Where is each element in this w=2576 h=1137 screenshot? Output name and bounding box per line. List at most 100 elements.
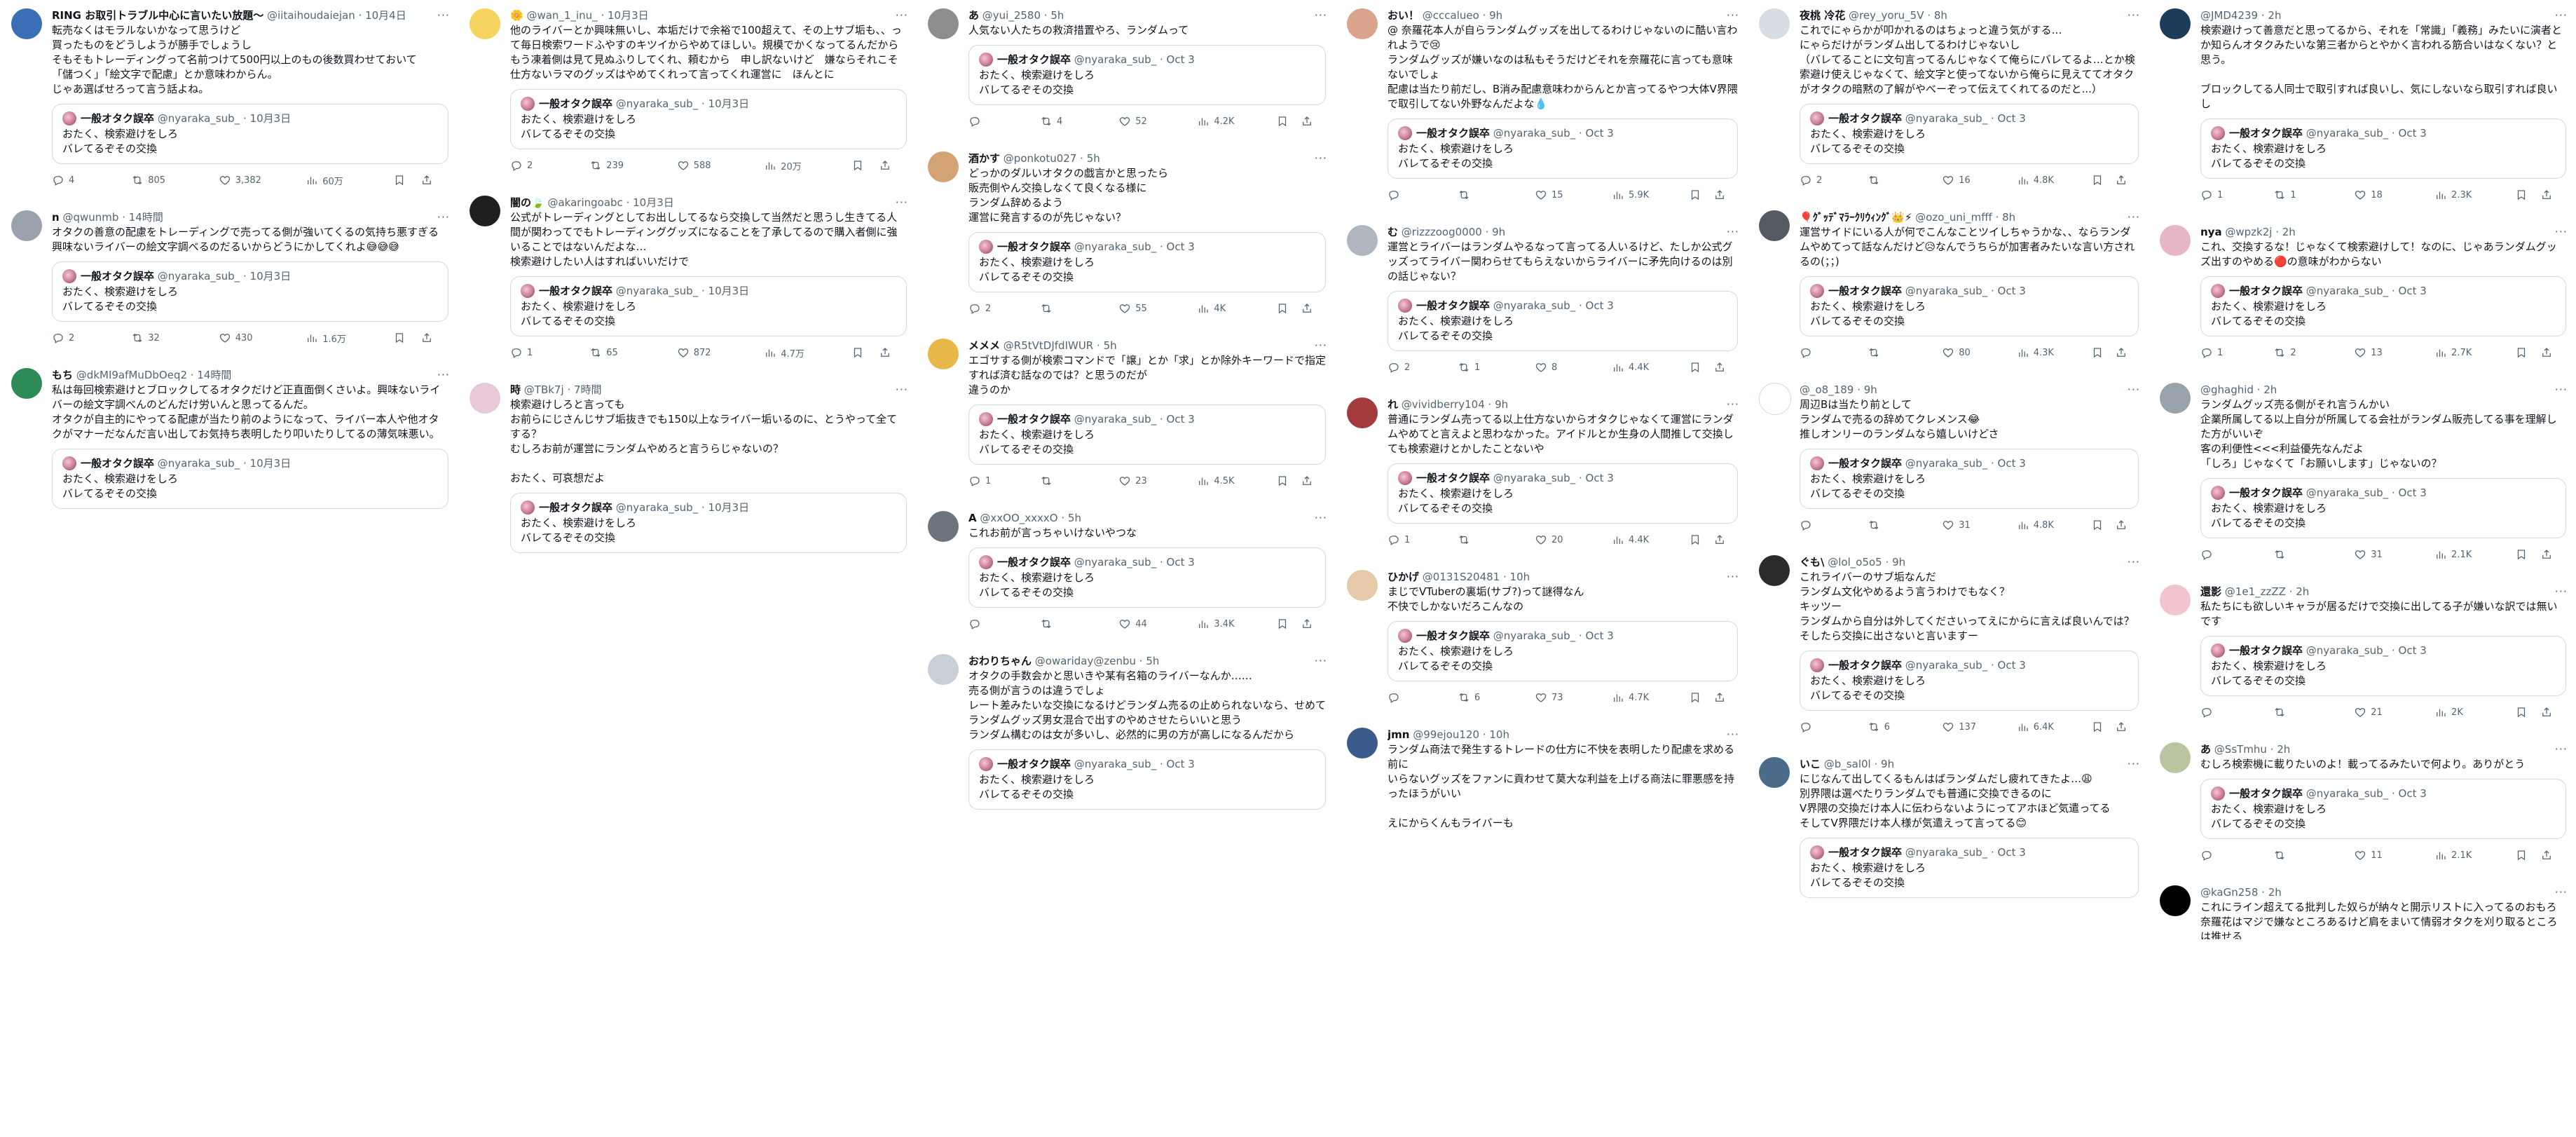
timestamp[interactable]: 14時間: [197, 369, 231, 381]
bookmark-button[interactable]: [2091, 174, 2115, 186]
quoted-tweet[interactable]: 一般オタク誤卒 @nyaraka_sub_ · Oct 3 おたく、検索避けをし…: [968, 404, 1326, 465]
tweet[interactable]: nya @wpzk2j · 2h ··· これ、交換するな！じゃなくて検索避けし…: [2149, 217, 2576, 366]
more-options-icon[interactable]: ···: [896, 383, 908, 396]
more-options-icon[interactable]: ···: [1727, 397, 1739, 411]
tweet[interactable]: RING お取引トラブル中心に言いたい放題〜 @iitaihoudaiejan …: [0, 0, 458, 193]
quoted-tweet[interactable]: 一般オタク誤卒 @nyaraka_sub_ · Oct 3 おたく、検索避けをし…: [2200, 636, 2566, 696]
author-handle[interactable]: @wan_1_inu_: [526, 9, 597, 22]
avatar[interactable]: [11, 8, 42, 39]
author-handle[interactable]: @akaringoabc: [547, 196, 622, 209]
bookmark-button[interactable]: [2091, 721, 2115, 733]
more-options-icon[interactable]: ···: [2555, 8, 2568, 22]
reply-button[interactable]: [1800, 346, 1868, 359]
bookmark-button[interactable]: [1276, 115, 1301, 128]
retweet-button[interactable]: [1040, 475, 1118, 487]
quoted-tweet[interactable]: 一般オタク誤卒 @nyaraka_sub_ · 10月3日 おたく、検索避けをし…: [52, 261, 448, 322]
author-handle[interactable]: @qwunmb: [62, 211, 118, 224]
views-button[interactable]: 2.3K: [2434, 189, 2515, 201]
timestamp[interactable]: 2h: [2268, 9, 2281, 22]
bookmark-button[interactable]: [1689, 361, 1713, 374]
views-button[interactable]: 4.5K: [1197, 475, 1275, 487]
tweet[interactable]: 時 @TBk7j · 7時間 ··· 検索避けしろと言っても お前らにじさんじサ…: [458, 374, 917, 553]
author-handle[interactable]: @yui_2580: [982, 9, 1041, 22]
avatar[interactable]: [1759, 8, 1790, 39]
timestamp[interactable]: 5h: [1068, 512, 1081, 524]
reply-button[interactable]: [2200, 706, 2273, 719]
avatar[interactable]: [1759, 555, 1790, 586]
avatar[interactable]: [11, 210, 42, 241]
tweet[interactable]: A @xxOO_xxxxO · 5h ··· これお前が言っちゃいけないやつな …: [917, 503, 1336, 637]
tweet[interactable]: おい！ @cccalueo · 9h ··· @ 奈羅花本人が自らランダムグッズ…: [1336, 0, 1748, 208]
views-button[interactable]: 4.7万: [764, 346, 851, 360]
views-button[interactable]: 4.7K: [1612, 691, 1689, 704]
like-button[interactable]: 3,382: [219, 174, 306, 186]
tweet[interactable]: @JMD4239 · 2h ··· 検索避けって善意だと思ってるから、それを「常…: [2149, 0, 2576, 208]
author-handle[interactable]: @1e1_zzZZ: [2225, 585, 2286, 598]
quoted-tweet[interactable]: 一般オタク誤卒 @nyaraka_sub_ · Oct 3 おたく、検索避けをし…: [968, 547, 1326, 608]
share-button[interactable]: [2540, 346, 2558, 359]
author-handle[interactable]: @iitaihoudaiejan: [267, 9, 355, 22]
author-handle[interactable]: @_o8_189: [1800, 383, 1854, 396]
reply-button[interactable]: [1388, 691, 1458, 704]
timestamp[interactable]: 10h: [1510, 571, 1530, 583]
retweet-button[interactable]: 65: [589, 346, 677, 359]
bookmark-button[interactable]: [851, 346, 879, 359]
quoted-tweet[interactable]: 一般オタク誤卒 @nyaraka_sub_ · 10月3日 おたく、検索避けをし…: [510, 276, 907, 336]
more-options-icon[interactable]: ···: [1727, 8, 1739, 22]
like-button[interactable]: 11: [2354, 849, 2434, 862]
retweet-button[interactable]: [1868, 346, 1942, 359]
avatar[interactable]: [2160, 383, 2191, 414]
author-handle[interactable]: @rey_yoru_5V: [1849, 9, 1924, 22]
reply-button[interactable]: 4: [52, 174, 131, 186]
tweet[interactable]: あ @yui_2580 · 5h ··· 人気ない人たちの救済措置やろ、ランダム…: [917, 0, 1336, 135]
retweet-button[interactable]: 239: [589, 159, 677, 172]
views-button[interactable]: 20万: [764, 159, 851, 172]
like-button[interactable]: 73: [1535, 691, 1612, 704]
quoted-tweet[interactable]: 一般オタク誤卒 @nyaraka_sub_ · Oct 3 おたく、検索避けをし…: [1800, 449, 2139, 509]
like-button[interactable]: 18: [2354, 189, 2434, 201]
bookmark-button[interactable]: [1276, 302, 1301, 315]
like-button[interactable]: 15: [1535, 189, 1612, 201]
timestamp[interactable]: 5h: [1050, 9, 1064, 22]
tweet[interactable]: れ @vividberry104 · 9h ··· 普通にランダム売ってる以上仕…: [1336, 389, 1748, 553]
views-button[interactable]: 4.8K: [2017, 519, 2091, 531]
retweet-button[interactable]: [1458, 533, 1535, 546]
tweet[interactable]: @kaGn258 · 2h ··· これにライン超えてる批判した奴らが納々と開示…: [2149, 877, 2576, 939]
author-name[interactable]: あ: [968, 9, 979, 22]
author-name[interactable]: 還影: [2200, 585, 2221, 598]
views-button[interactable]: 60万: [306, 174, 393, 187]
timestamp[interactable]: 2h: [2268, 886, 2282, 899]
views-button[interactable]: 4.4K: [1612, 361, 1689, 374]
quoted-tweet[interactable]: 一般オタク誤卒 @nyaraka_sub_ · Oct 3 おたく、検索避けをし…: [968, 45, 1326, 105]
avatar[interactable]: [470, 196, 500, 226]
share-button[interactable]: [1713, 691, 1731, 704]
avatar[interactable]: [470, 383, 500, 414]
share-button[interactable]: [1301, 115, 1319, 128]
tweet[interactable]: ひかげ @0131S20481 · 10h ··· まじでVTuberの裏垢(サ…: [1336, 561, 1748, 711]
views-button[interactable]: 4.3K: [2017, 346, 2091, 359]
author-handle[interactable]: @kaGn258: [2200, 886, 2258, 899]
share-button[interactable]: [420, 332, 440, 344]
timestamp[interactable]: 9h: [1892, 556, 1905, 568]
quoted-tweet[interactable]: 一般オタク誤卒 @nyaraka_sub_ · 10月3日 おたく、検索避けをし…: [52, 449, 448, 509]
avatar[interactable]: [928, 511, 959, 542]
quoted-tweet[interactable]: 一般オタク誤卒 @nyaraka_sub_ · Oct 3 おたく、検索避けをし…: [968, 749, 1326, 810]
retweet-button[interactable]: 6: [1868, 721, 1942, 733]
reply-button[interactable]: [1800, 721, 1868, 733]
timestamp[interactable]: 10h: [1489, 728, 1509, 741]
views-button[interactable]: 2K: [2434, 706, 2515, 719]
author-name[interactable]: n: [52, 211, 60, 224]
more-options-icon[interactable]: ···: [2128, 210, 2140, 224]
timestamp[interactable]: 9h: [1495, 398, 1508, 411]
more-options-icon[interactable]: ···: [896, 8, 908, 22]
bookmark-button[interactable]: [1276, 475, 1301, 487]
quoted-tweet[interactable]: 一般オタク誤卒 @nyaraka_sub_ · Oct 3 おたく、検索避けをし…: [968, 232, 1326, 292]
author-name[interactable]: ぐも\: [1800, 556, 1824, 568]
author-name[interactable]: 時: [510, 383, 521, 396]
more-options-icon[interactable]: ···: [1315, 511, 1327, 524]
bookmark-button[interactable]: [851, 159, 879, 172]
more-options-icon[interactable]: ···: [1315, 151, 1327, 165]
tweet[interactable]: @_o8_189 · 9h ··· 周辺Bは当たり前として ランダムで売るの辞め…: [1748, 374, 2149, 538]
bookmark-button[interactable]: [2515, 849, 2541, 862]
tweet[interactable]: いこ @b_sal0l · 9h ··· にじなんて出してくるもんはばランダムだ…: [1748, 749, 2149, 898]
